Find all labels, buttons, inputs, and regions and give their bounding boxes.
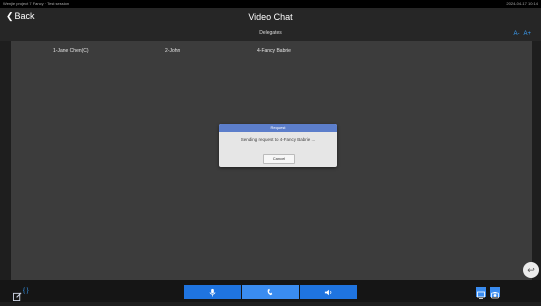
font-increase-button[interactable]: A+ <box>523 31 531 37</box>
return-button[interactable]: ↩ <box>523 262 539 278</box>
subheader: Delegates A- A+ <box>0 29 541 41</box>
request-dialog: Request Sending request to 4-Fancy Babri… <box>219 124 337 167</box>
speaker-button[interactable] <box>300 285 357 299</box>
edit-icon[interactable] <box>13 288 22 301</box>
hangup-button[interactable] <box>242 285 299 299</box>
header: ❮Back Video Chat <box>0 8 541 29</box>
dialog-message: Sending request to 4-Fancy Babrie ... <box>240 137 316 142</box>
microphone-button[interactable] <box>184 285 241 299</box>
page-title: Video Chat <box>248 12 293 22</box>
status-bar: Wenjie project 7 Fancy · Test session 20… <box>0 0 541 8</box>
cancel-button[interactable]: Cancel <box>263 154 295 164</box>
microphone-icon <box>209 288 216 297</box>
expand-icon[interactable]: { } <box>23 288 29 294</box>
participant-1[interactable]: 1-Jane Chen(C) <box>53 48 89 54</box>
return-arrow-icon: ↩ <box>527 265 535 275</box>
section-title: Delegates <box>259 30 282 36</box>
bottom-toolbar: { } <box>0 280 541 302</box>
font-size-controls: A- A+ <box>509 31 531 37</box>
speaker-icon <box>324 289 332 295</box>
participant-3[interactable]: 4-Fancy Babrie <box>257 48 291 54</box>
font-decrease-button[interactable]: A- <box>513 31 519 37</box>
status-right-text: 2024-04-17 10:14 <box>506 1 538 6</box>
participant-2[interactable]: 2-John <box>165 48 180 54</box>
camera-icon[interactable] <box>490 287 500 299</box>
dialog-title: Request <box>219 124 337 132</box>
status-left-text: Wenjie project 7 Fancy · Test session <box>3 1 70 6</box>
phone-icon <box>267 288 273 295</box>
screen-share-icon[interactable] <box>476 287 486 299</box>
